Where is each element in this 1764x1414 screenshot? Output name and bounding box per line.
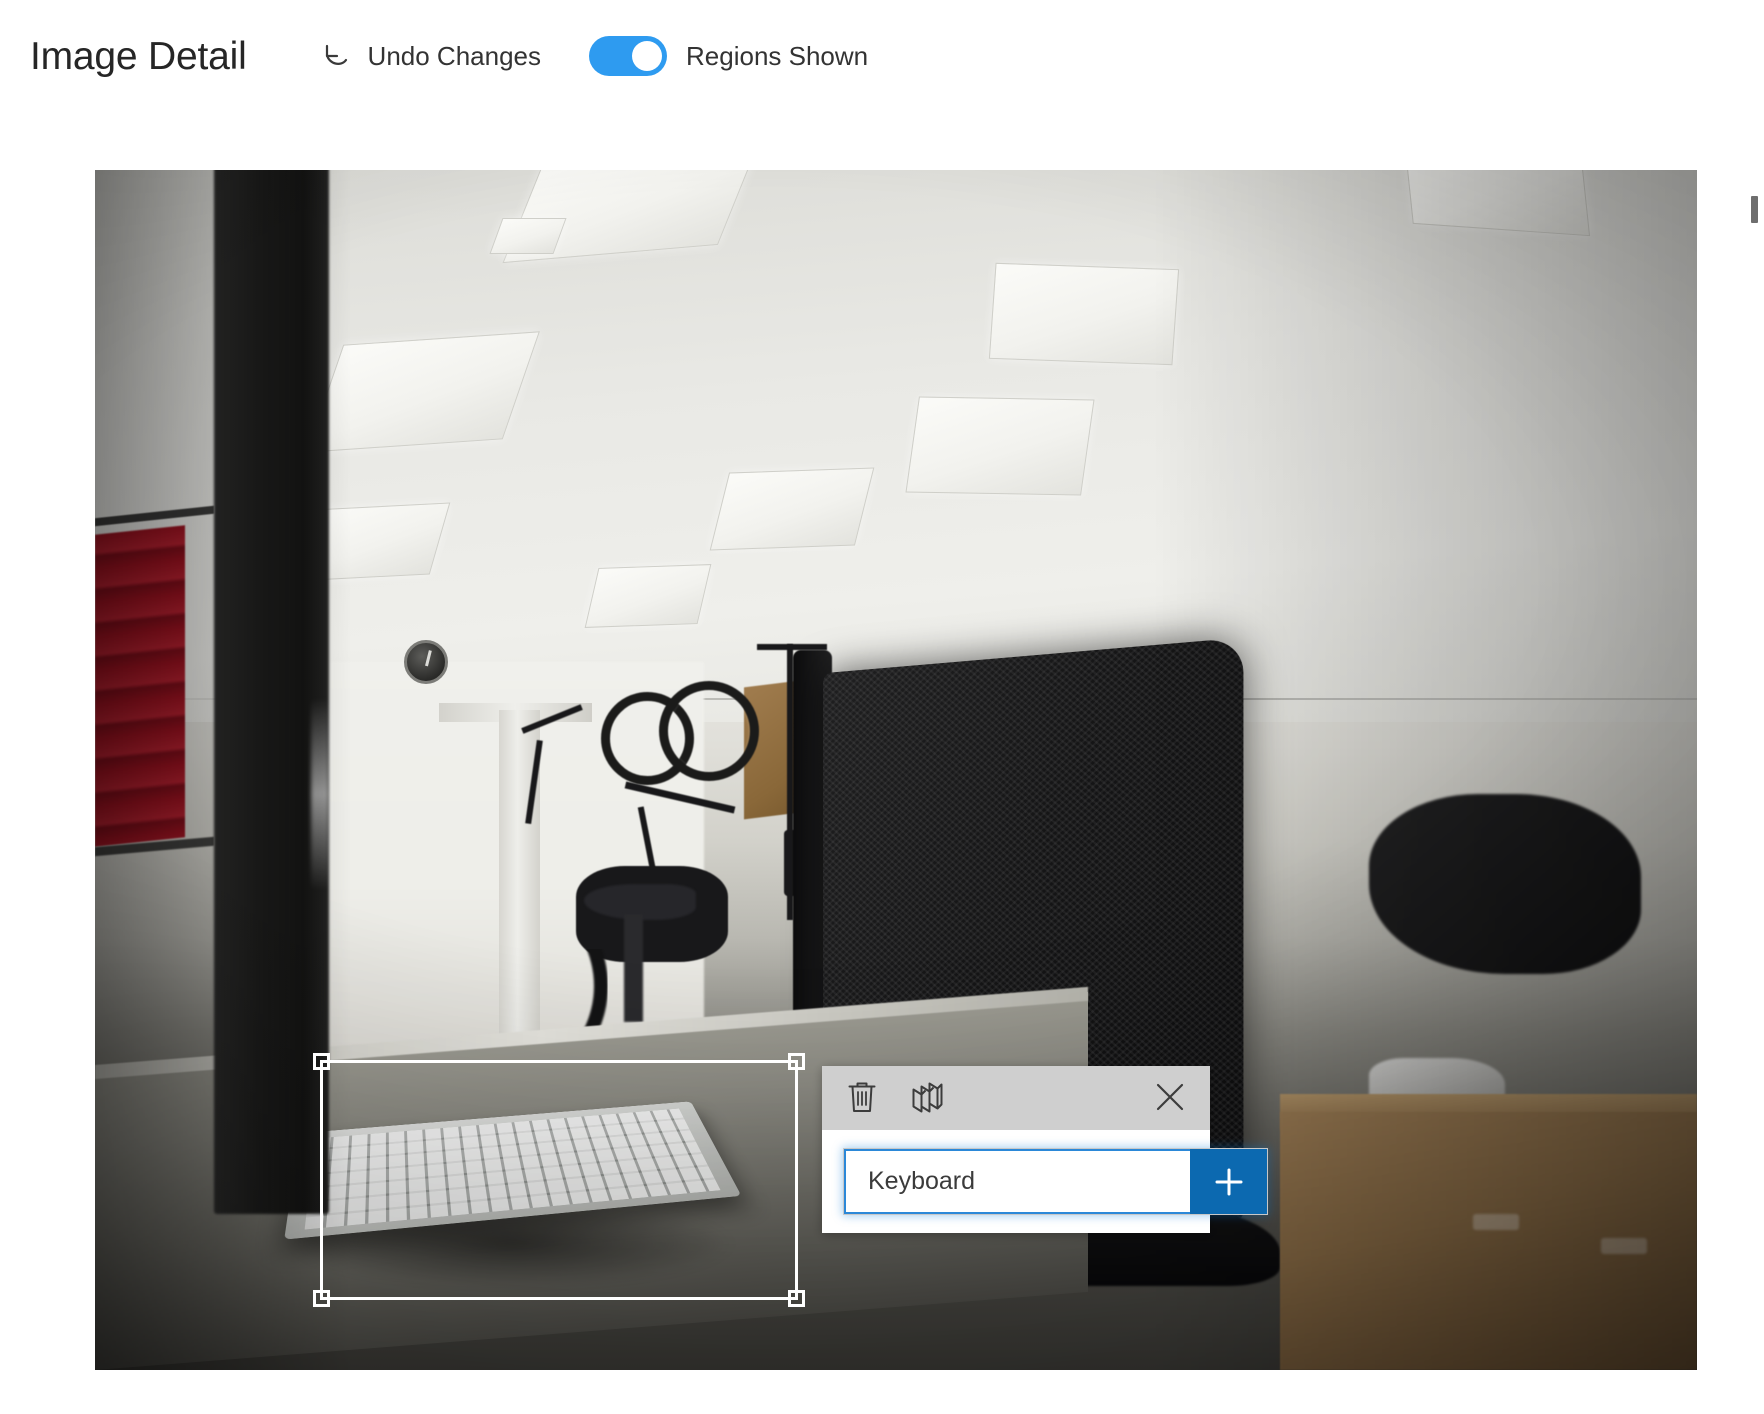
page-header: Image Detail Undo Changes Regions Shown	[0, 0, 1764, 112]
close-popup-button[interactable]	[1148, 1076, 1192, 1120]
regions-shown-label: Regions Shown	[686, 40, 869, 71]
toggle-knob	[632, 41, 663, 71]
resize-handle-top-right[interactable]	[788, 1053, 805, 1070]
resize-handle-bottom-left[interactable]	[313, 1290, 330, 1307]
tag-editor-popup[interactable]	[822, 1066, 1267, 1233]
tag-input-wrap	[844, 1149, 1267, 1214]
add-tag-button[interactable]	[1190, 1149, 1267, 1214]
copy-regions-button[interactable]	[904, 1076, 948, 1120]
tag-name-input[interactable]	[844, 1149, 1190, 1214]
tag-entry-row	[822, 1130, 1267, 1233]
regions-shown-toggle-group[interactable]: Regions Shown	[589, 36, 868, 76]
regions-shown-toggle[interactable]	[589, 36, 668, 76]
region-selection-box[interactable]	[313, 1053, 805, 1307]
copy-regions-icon	[907, 1080, 945, 1117]
undo-changes-button[interactable]: Undo Changes	[319, 39, 541, 73]
page-title: Image Detail	[30, 34, 247, 78]
tag-editor-toolbar	[822, 1066, 1210, 1130]
resize-handle-bottom-right[interactable]	[788, 1290, 805, 1307]
undo-icon	[319, 39, 353, 73]
resize-handle-top-left[interactable]	[313, 1053, 330, 1070]
trash-icon	[846, 1080, 878, 1117]
close-icon	[1153, 1080, 1187, 1117]
image-canvas[interactable]	[95, 170, 1697, 1370]
image-detail-page: Image Detail Undo Changes Regions Shown	[0, 0, 1764, 1414]
vertical-scrollbar-thumb[interactable]	[1751, 196, 1758, 223]
delete-region-button[interactable]	[840, 1076, 884, 1120]
undo-changes-label: Undo Changes	[367, 40, 542, 71]
